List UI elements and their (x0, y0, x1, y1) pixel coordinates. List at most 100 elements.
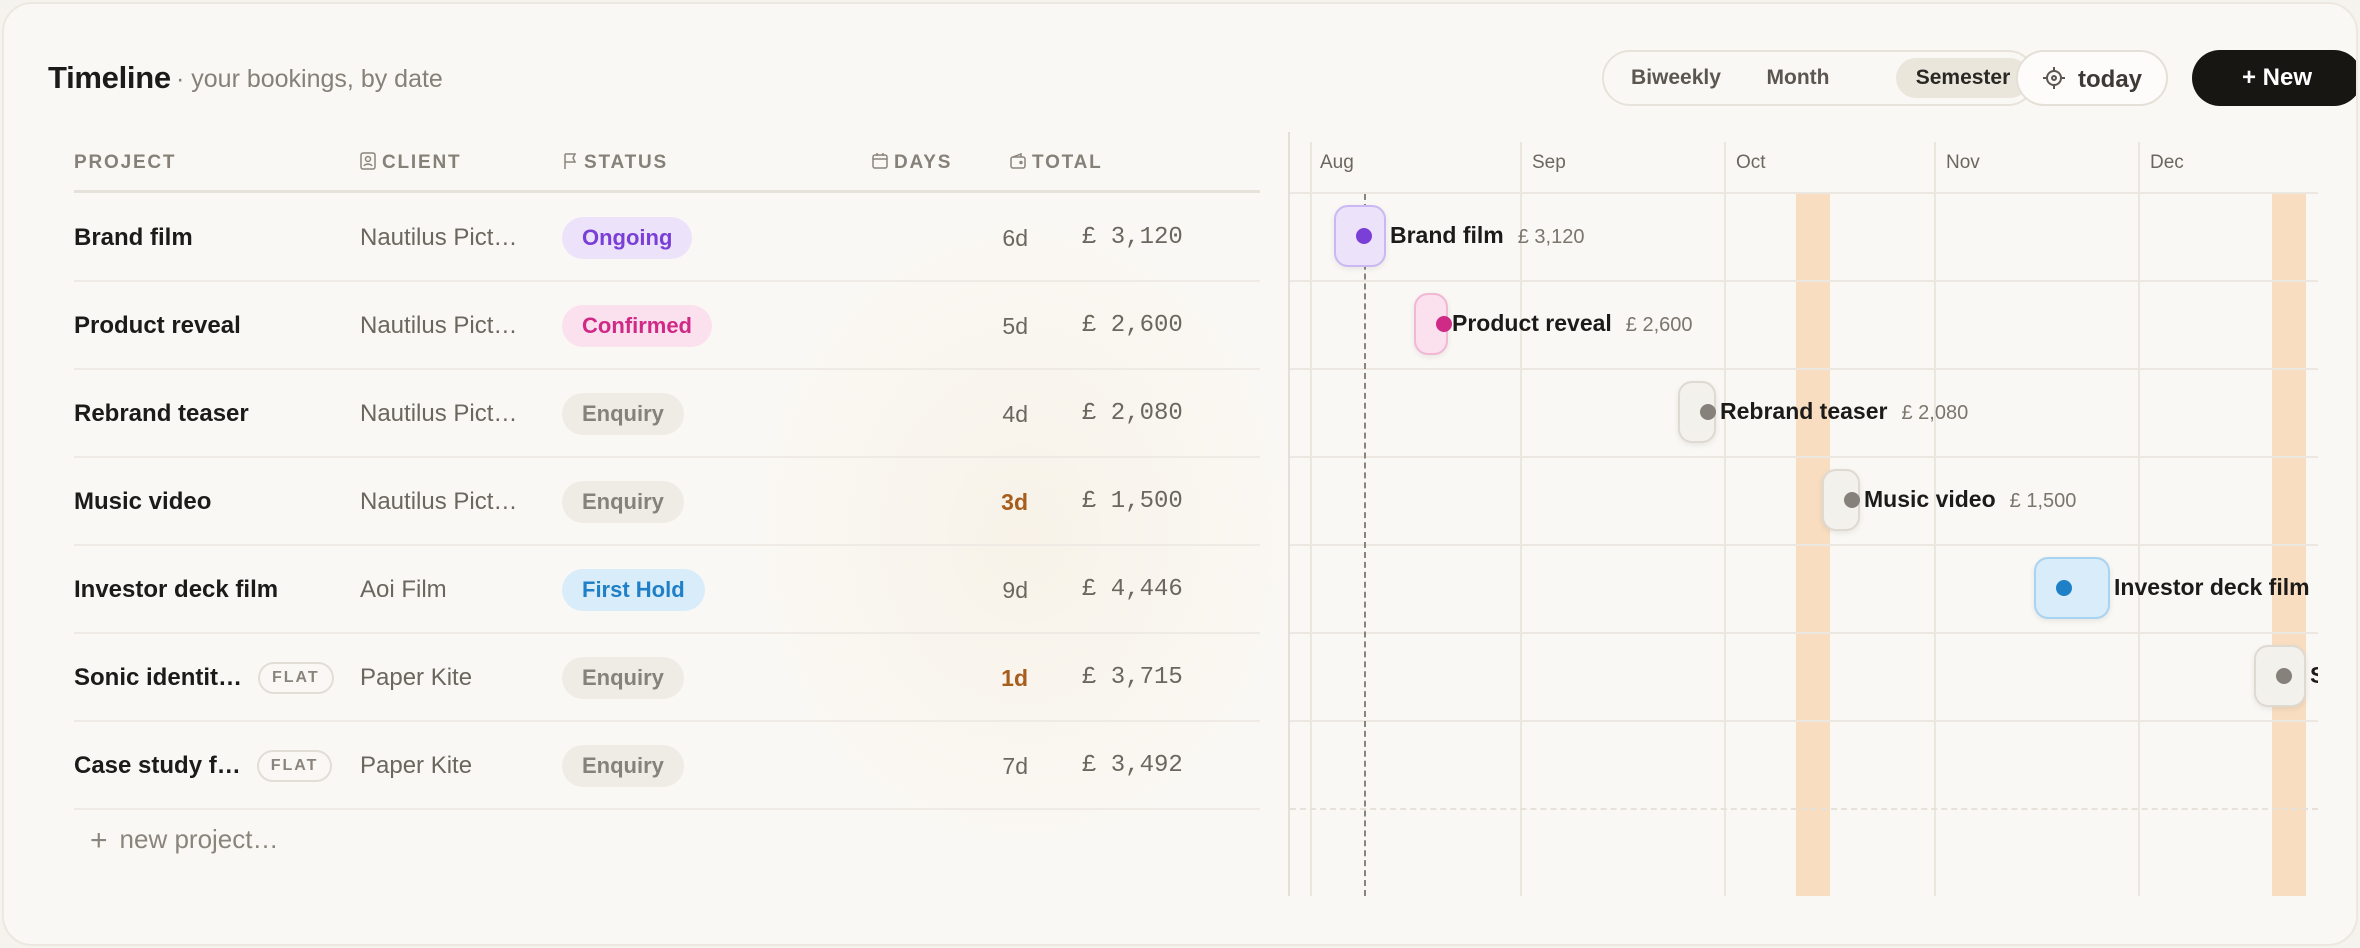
grid-row-line (1290, 368, 2318, 370)
table-row[interactable]: Product reveal Nautilus Pict… Confirmed 5d £… (74, 282, 1260, 370)
client-name: Paper Kite (360, 752, 473, 779)
client-name: Aoi Film (360, 576, 447, 603)
header: Timeline · your bookings, by date Biweek… (48, 50, 2356, 110)
total-value: £ 3,492 (1082, 752, 1183, 779)
view-semester-button[interactable]: Semester (1896, 58, 2030, 98)
status-badge[interactable]: Enquiry (562, 392, 684, 435)
header-divider (74, 190, 1260, 193)
days-value: 3d (1001, 489, 1028, 515)
days-value: 6d (1002, 225, 1028, 251)
timeline-card: Timeline · your bookings, by date Biweek… (2, 2, 2358, 946)
days-value: 9d (1002, 577, 1028, 603)
status-dot (1700, 404, 1716, 420)
plus-icon: + (90, 824, 108, 857)
table-row[interactable]: Rebrand teaser Nautilus Pict… Enquiry 4d £ 2… (74, 370, 1260, 458)
status-badge[interactable]: Enquiry (562, 744, 684, 787)
status-dot (1844, 492, 1860, 508)
project-name: Sonic identit… FLAT (74, 634, 334, 722)
table-row[interactable]: Music video Nautilus Pict… Enquiry 3d £ 1,50… (74, 458, 1260, 546)
status-dot (1436, 316, 1452, 332)
booking-label[interactable]: Rebrand teaser £ 2,080 (1720, 398, 1968, 425)
booking-label[interactable]: S (2310, 662, 2318, 689)
project-name: Music video (74, 488, 212, 515)
new-project-button[interactable]: + new project… (90, 824, 279, 858)
grid-line (1724, 142, 1726, 896)
status-cell: Enquiry (562, 458, 684, 546)
column-header-project[interactable]: PROJECT (74, 152, 176, 174)
client-name: Nautilus Pict… (360, 312, 518, 339)
grid-row-line (1290, 632, 2318, 634)
days-value: 5d (1002, 313, 1028, 339)
today-button[interactable]: today (2016, 50, 2168, 106)
table-row[interactable]: Investor deck film Aoi Film First Hold 9d £ … (74, 546, 1260, 634)
total-value: £ 2,080 (1082, 400, 1183, 427)
status-cell: First Hold (562, 546, 705, 634)
flag-icon (564, 153, 577, 169)
new-booking-button[interactable]: + New (2192, 50, 2356, 106)
total-value: £ 2,600 (1082, 312, 1183, 339)
status-badge[interactable]: Enquiry (562, 656, 684, 699)
status-badge[interactable]: First Hold (562, 568, 705, 611)
status-dot (2276, 668, 2292, 684)
booking-bar[interactable] (2034, 557, 2110, 619)
booking-label[interactable]: Brand film £ 3,120 (1390, 222, 1584, 249)
crosshair-icon (2043, 67, 2065, 89)
grid-row-line (1290, 720, 2318, 722)
month-label-oct: Oct (1736, 152, 1766, 173)
client-name: Nautilus Pict… (360, 400, 518, 427)
status-cell: Enquiry (562, 722, 684, 810)
booking-label[interactable]: Product reveal £ 2,600 (1452, 310, 1693, 337)
wallet-icon (1010, 152, 1026, 169)
project-name: Product reveal (74, 312, 241, 339)
column-header-status[interactable]: STATUS (562, 152, 668, 174)
status-badge[interactable]: Confirmed (562, 304, 712, 347)
total-value: £ 3,715 (1082, 664, 1183, 691)
month-label-aug: Aug (1320, 152, 1354, 173)
column-header-total[interactable]: TOTAL (1010, 152, 1103, 174)
view-switcher: Biweekly Month Semester (1602, 50, 2036, 106)
status-dot (2056, 580, 2072, 596)
days-value: 7d (1002, 753, 1028, 779)
view-biweekly-button[interactable]: Biweekly (1612, 58, 1740, 98)
grid-line (1934, 142, 1936, 896)
today-label: today (2078, 66, 2143, 93)
project-name: Investor deck film (74, 576, 279, 603)
status-badge[interactable]: Ongoing (562, 216, 693, 259)
column-header-days[interactable]: DAYS (872, 152, 952, 174)
status-cell: Confirmed (562, 282, 712, 370)
days-value: 1d (1001, 665, 1028, 691)
booking-amount: £ 2,080 (1901, 402, 1969, 424)
client-name: Nautilus Pict… (360, 224, 518, 251)
grid-line (1310, 142, 1312, 896)
page-subtitle: · your bookings, by date (176, 65, 443, 93)
total-value: £ 4,446 (1082, 576, 1183, 603)
client-name: Nautilus Pict… (360, 488, 518, 515)
page-title: Timeline (48, 60, 171, 95)
month-label-nov: Nov (1946, 152, 1980, 173)
project-name: Brand film (74, 224, 193, 251)
grid-row-dashed (1290, 808, 2318, 810)
calendar-icon (872, 153, 888, 169)
grid-row-line (1290, 544, 2318, 546)
status-cell: Enquiry (562, 634, 684, 722)
total-value: £ 3,120 (1082, 224, 1183, 251)
total-value: £ 1,500 (1082, 488, 1183, 515)
column-header-client[interactable]: CLIENT (360, 152, 461, 174)
days-value: 4d (1002, 401, 1028, 427)
booking-amount: £ 1,500 (2009, 490, 2077, 512)
booking-amount: £ 3,120 (1517, 226, 1585, 248)
status-cell: Enquiry (562, 370, 684, 458)
status-cell: Ongoing (562, 194, 693, 282)
grid-line (2138, 142, 2140, 896)
booking-label[interactable]: Music video £ 1,500 (1864, 486, 2076, 513)
view-month-button[interactable]: Month (1744, 58, 1852, 98)
table-row[interactable]: Sonic identit… FLAT Paper Kite Enquiry 1d £ 3… (74, 634, 1260, 722)
today-marker (1364, 194, 1366, 896)
grid-row-line (1290, 456, 2318, 458)
flat-badge: FLAT (256, 750, 333, 782)
status-badge[interactable]: Enquiry (562, 480, 684, 523)
table-row[interactable]: Case study f… FLAT Paper Kite Enquiry 7d £ 3,… (74, 722, 1260, 810)
grid-row-line (1290, 280, 2318, 282)
table-row[interactable]: Brand film Nautilus Pict… Ongoing 6d £ 3,120 (74, 194, 1260, 282)
booking-label[interactable]: Investor deck film£ (2114, 574, 2318, 601)
